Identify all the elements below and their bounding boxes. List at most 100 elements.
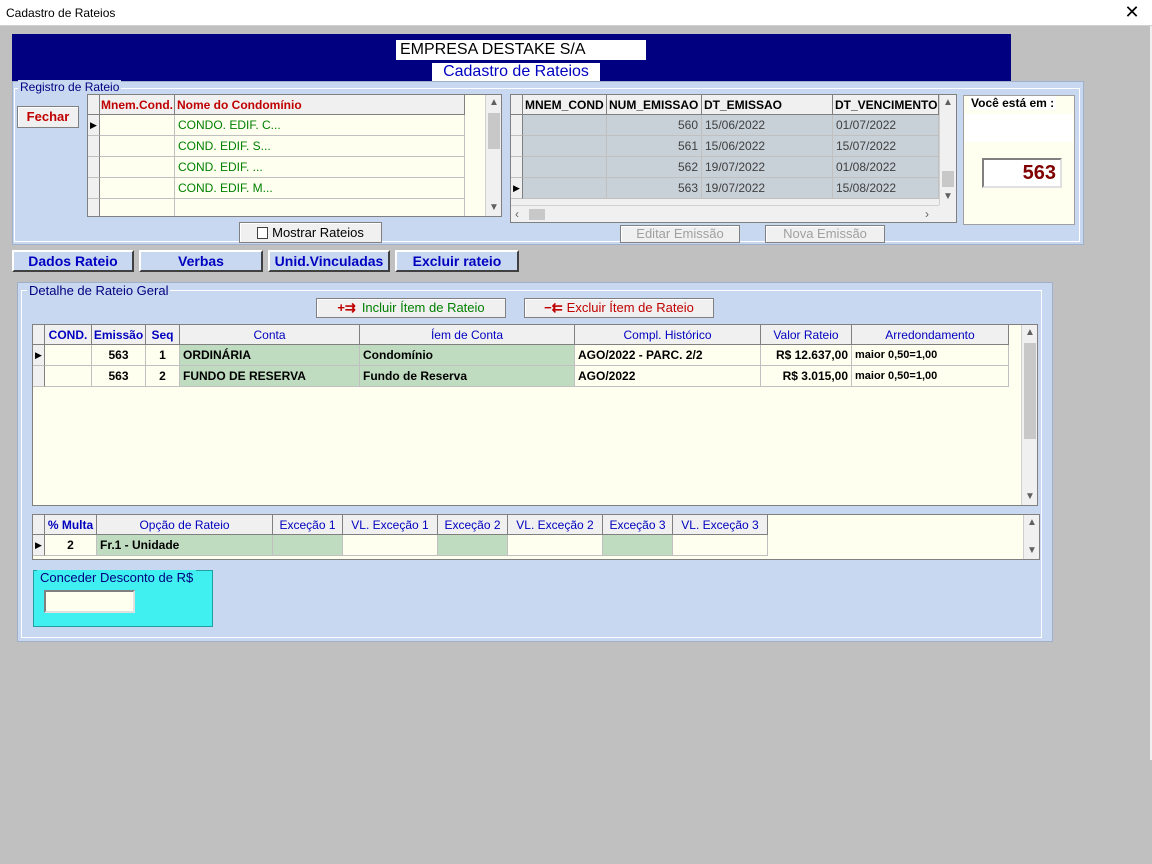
cell-nome[interactable]: CONDO. EDIF. C...: [175, 115, 465, 136]
scroll-thumb[interactable]: [1024, 343, 1036, 439]
col-excecao-3[interactable]: Exceção 3: [603, 515, 673, 535]
scroll-down-icon[interactable]: ▼: [486, 200, 501, 216]
cell-mnem[interactable]: [523, 115, 607, 136]
cell-mnem[interactable]: [100, 157, 175, 178]
col-mnem-cond[interactable]: MNEM_COND: [523, 95, 607, 115]
nova-emissao-button[interactable]: Nova Emissão: [765, 225, 885, 243]
col-valor-rateio[interactable]: Valor Rateio: [761, 325, 852, 345]
cell-dt-venc[interactable]: 15/08/2022: [833, 178, 939, 199]
col-emissao[interactable]: Emissão: [92, 325, 146, 345]
cell-excecao-2[interactable]: [438, 535, 508, 556]
col-dt-emissao[interactable]: DT_EMISSAO: [702, 95, 833, 115]
row-selector[interactable]: [511, 157, 523, 178]
cell-mnem[interactable]: [523, 178, 607, 199]
scroll-up-icon[interactable]: ▲: [1024, 515, 1039, 531]
cell-excecao-3[interactable]: [603, 535, 673, 556]
col-excecao-2[interactable]: Exceção 2: [438, 515, 508, 535]
scroll-up-icon[interactable]: ▲: [1022, 325, 1037, 341]
col-seq[interactable]: Seq: [146, 325, 180, 345]
cell-num[interactable]: 561: [607, 136, 702, 157]
cell-compl-historico[interactable]: AGO/2022: [575, 366, 761, 387]
cell-nome[interactable]: COND. EDIF. M...: [175, 178, 465, 199]
col-nome-condominio[interactable]: Nome do Condomínio: [175, 95, 465, 115]
incluir-item-button[interactable]: +⇉ Incluir Ítem de Rateio: [316, 298, 506, 318]
scroll-down-icon[interactable]: ▼: [1022, 489, 1037, 505]
col-vl-excecao-3[interactable]: VL. Exceção 3: [673, 515, 768, 535]
row-selector[interactable]: [88, 157, 100, 178]
cell-num[interactable]: 562: [607, 157, 702, 178]
cell-mnem[interactable]: [523, 157, 607, 178]
cell-vl-excecao-1[interactable]: [343, 535, 438, 556]
tab-dados-rateio[interactable]: Dados Rateio: [12, 250, 134, 272]
scroll-thumb[interactable]: [488, 113, 500, 149]
cell-dt-emissao[interactable]: 19/07/2022: [702, 157, 833, 178]
row-selector[interactable]: [33, 366, 45, 387]
scroll-down-icon[interactable]: ▼: [1024, 543, 1039, 559]
col-dt-vencimento[interactable]: DT_VENCIMENTO: [833, 95, 939, 115]
cell-conta[interactable]: FUNDO DE RESERVA: [180, 366, 360, 387]
cell-dt-emissao[interactable]: 15/06/2022: [702, 136, 833, 157]
cell-excecao-1[interactable]: [273, 535, 343, 556]
cell-emissao[interactable]: 563: [92, 366, 146, 387]
cell-mnem[interactable]: [523, 136, 607, 157]
col-excecao-1[interactable]: Exceção 1: [273, 515, 343, 535]
desconto-input[interactable]: [44, 590, 135, 613]
tab-verbas[interactable]: Verbas: [139, 250, 263, 272]
row-selector[interactable]: ▶: [33, 345, 45, 366]
cell-opcao-rateio[interactable]: Fr.1 - Unidade: [97, 535, 273, 556]
cell-item-conta[interactable]: Fundo de Reserva: [360, 366, 575, 387]
scroll-left-icon[interactable]: ‹: [515, 207, 519, 221]
tab-unid-vinculadas[interactable]: Unid.Vinculadas: [268, 250, 390, 272]
cell-valor-rateio[interactable]: R$ 3.015,00: [761, 366, 852, 387]
row-selector[interactable]: [511, 136, 523, 157]
col-cond[interactable]: COND.: [45, 325, 92, 345]
cell-nome[interactable]: [175, 199, 465, 216]
row-selector[interactable]: [88, 136, 100, 157]
scroll-down-icon[interactable]: ▼: [940, 189, 956, 205]
cell-nome[interactable]: COND. EDIF. S...: [175, 136, 465, 157]
row-selector[interactable]: ▶: [511, 178, 523, 199]
col-opcao-rateio[interactable]: Opção de Rateio: [97, 515, 273, 535]
col-conta[interactable]: Conta: [180, 325, 360, 345]
cell-seq[interactable]: 1: [146, 345, 180, 366]
cell-arredondamento[interactable]: maior 0,50=1,00: [852, 345, 1009, 366]
col-vl-excecao-1[interactable]: VL. Exceção 1: [343, 515, 438, 535]
cell-arredondamento[interactable]: maior 0,50=1,00: [852, 366, 1009, 387]
horizontal-scrollbar[interactable]: ‹ ›: [511, 205, 939, 222]
row-selector[interactable]: [88, 199, 100, 216]
cell-dt-venc[interactable]: 01/07/2022: [833, 115, 939, 136]
cell-multa[interactable]: 2: [45, 535, 97, 556]
vertical-scrollbar[interactable]: ▲ ▼: [485, 95, 501, 216]
col-item-conta[interactable]: Íem de Conta: [360, 325, 575, 345]
scroll-up-icon[interactable]: ▲: [486, 95, 501, 111]
excluir-item-button[interactable]: −⇇ Excluir Ítem de Rateio: [524, 298, 714, 318]
cell-num[interactable]: 560: [607, 115, 702, 136]
cell-dt-venc[interactable]: 15/07/2022: [833, 136, 939, 157]
hscroll-thumb[interactable]: [529, 209, 545, 220]
cell-cond[interactable]: [45, 345, 92, 366]
vertical-scrollbar[interactable]: ▲ ▼: [939, 95, 956, 205]
tab-excluir-rateio[interactable]: Excluir rateio: [395, 250, 519, 272]
cell-seq[interactable]: 2: [146, 366, 180, 387]
row-selector[interactable]: ▶: [33, 535, 45, 556]
vertical-scrollbar[interactable]: ▲ ▼: [1023, 515, 1039, 559]
row-selector[interactable]: [88, 178, 100, 199]
cell-vl-excecao-2[interactable]: [508, 535, 603, 556]
cell-compl-historico[interactable]: AGO/2022 - PARC. 2/2: [575, 345, 761, 366]
cell-num[interactable]: 563: [607, 178, 702, 199]
col-vl-excecao-2[interactable]: VL. Exceção 2: [508, 515, 603, 535]
cell-dt-emissao[interactable]: 15/06/2022: [702, 115, 833, 136]
mostrar-rateios-button[interactable]: Mostrar Rateios: [239, 222, 382, 243]
cell-vl-excecao-3[interactable]: [673, 535, 768, 556]
editar-emissao-button[interactable]: Editar Emissão: [620, 225, 740, 243]
cell-emissao[interactable]: 563: [92, 345, 146, 366]
vertical-scrollbar[interactable]: ▲ ▼: [1021, 325, 1037, 505]
col-arredondamento[interactable]: Arredondamento: [852, 325, 1009, 345]
cell-nome[interactable]: COND. EDIF. ...: [175, 157, 465, 178]
cell-mnem[interactable]: [100, 199, 175, 216]
fechar-button[interactable]: Fechar: [17, 106, 79, 128]
cell-valor-rateio[interactable]: R$ 12.637,00: [761, 345, 852, 366]
col-multa[interactable]: % Multa: [45, 515, 97, 535]
col-compl-historico[interactable]: Compl. Histórico: [575, 325, 761, 345]
cell-dt-venc[interactable]: 01/08/2022: [833, 157, 939, 178]
